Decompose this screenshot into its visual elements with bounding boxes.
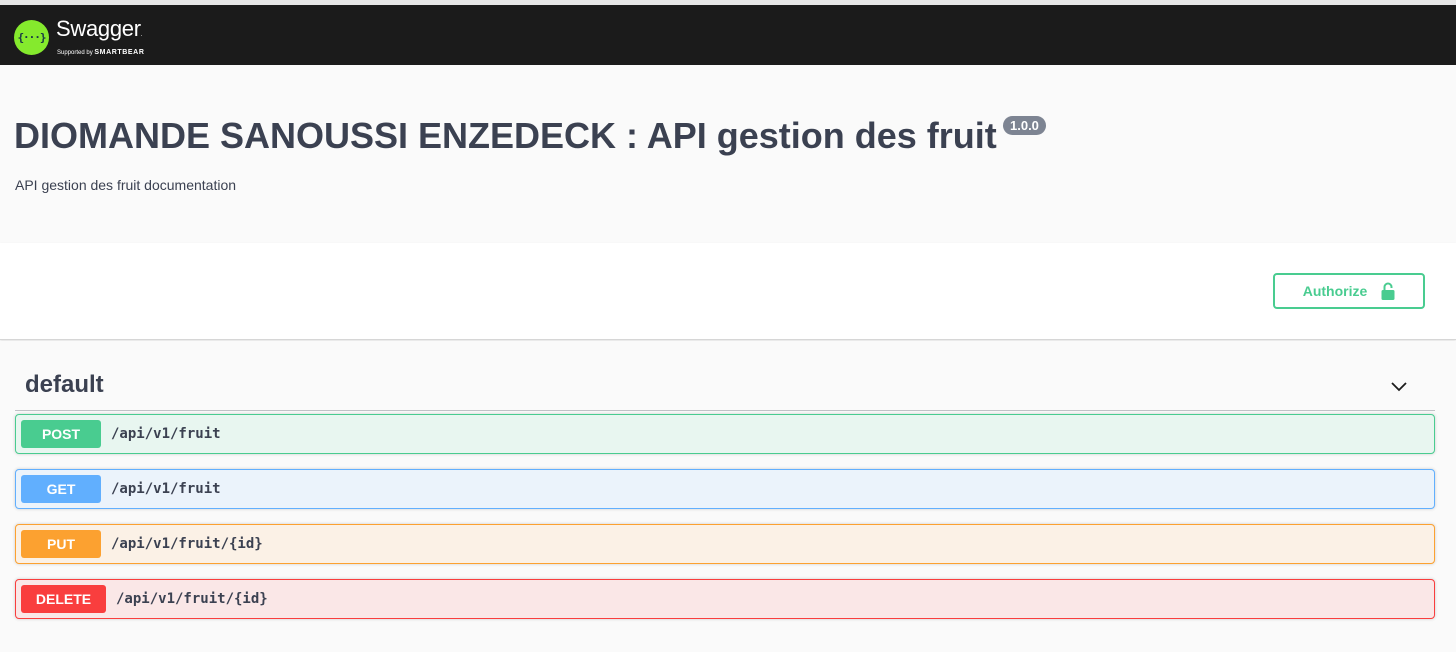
method-badge-delete: DELETE xyxy=(21,585,106,613)
brand-trademark: . xyxy=(140,31,143,38)
supported-by: Supported by SMARTBEAR xyxy=(57,48,145,58)
operation-get-fruit[interactable]: GET /api/v1/fruit xyxy=(15,469,1435,509)
api-title: DIOMANDE SANOUSSI ENZEDECK : API gestion… xyxy=(14,115,997,156)
operation-path: /api/v1/fruit/{id} xyxy=(111,536,263,552)
swagger-logo-link[interactable]: {···} Swagger. Supported by SMARTBEAR xyxy=(14,15,145,59)
scheme-container: Authorize xyxy=(0,243,1456,340)
operation-post-fruit[interactable]: POST /api/v1/fruit xyxy=(15,414,1435,454)
operation-delete-fruit-id[interactable]: DELETE /api/v1/fruit/{id} xyxy=(15,579,1435,619)
authorize-button[interactable]: Authorize xyxy=(1273,273,1425,309)
operations-section: default POST /api/v1/fruit GET /api/v1/f… xyxy=(0,341,1456,652)
operation-path: /api/v1/fruit xyxy=(111,481,221,497)
method-badge-post: POST xyxy=(21,420,101,448)
brand-label: Swagger xyxy=(56,15,141,41)
brand-name: Swagger. xyxy=(56,15,145,47)
supported-by-label: Supported by xyxy=(57,49,93,56)
method-badge-get: GET xyxy=(21,475,101,503)
api-info: DIOMANDE SANOUSSI ENZEDECK : API gestion… xyxy=(0,65,1456,243)
method-badge-put: PUT xyxy=(21,530,101,558)
api-description: API gestion des fruit documentation xyxy=(15,177,237,193)
unlocked-padlock-icon xyxy=(1381,282,1395,300)
operation-put-fruit-id[interactable]: PUT /api/v1/fruit/{id} xyxy=(15,524,1435,564)
logo-text: Swagger. Supported by SMARTBEAR xyxy=(56,15,145,58)
operation-path: /api/v1/fruit xyxy=(111,426,221,442)
tag-default-header[interactable]: default xyxy=(15,365,1435,411)
swagger-logo-icon: {···} xyxy=(14,19,49,55)
topbar: {···} Swagger. Supported by SMARTBEAR xyxy=(0,5,1456,65)
operation-path: /api/v1/fruit/{id} xyxy=(116,591,268,607)
tag-name: default xyxy=(25,371,104,398)
supporter-name: SMARTBEAR xyxy=(94,48,145,56)
authorize-label: Authorize xyxy=(1302,283,1368,299)
chevron-down-icon[interactable] xyxy=(1389,377,1409,397)
version-badge: 1.0.0 xyxy=(1003,116,1046,135)
